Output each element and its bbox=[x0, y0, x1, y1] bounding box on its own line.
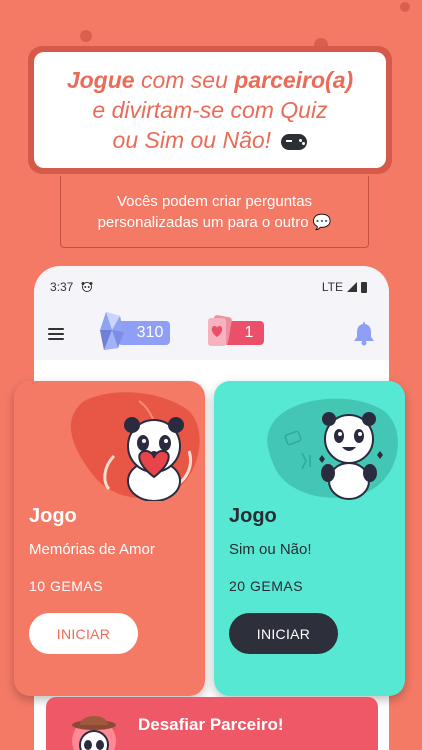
game-card-love-memories[interactable]: Jogo Memórias de Amor 10 GEMAS INICIAR bbox=[14, 381, 205, 696]
gem-icon bbox=[100, 312, 124, 350]
bell-icon[interactable] bbox=[353, 322, 375, 346]
background-dot bbox=[80, 30, 92, 42]
headline-line-3: ou Sim ou Não! bbox=[113, 125, 308, 155]
status-left: 3:37 bbox=[50, 280, 93, 294]
background-dot bbox=[400, 2, 410, 12]
app-bar: 310 1 bbox=[34, 308, 389, 360]
headline-bold-play: Jogue bbox=[66, 67, 135, 93]
game-price: 10 GEMAS bbox=[29, 578, 104, 594]
headline-inner: Jogue com seu parceiro(a) e divirtam-se … bbox=[34, 52, 386, 168]
gamepad-icon bbox=[281, 133, 308, 150]
game-card-yes-or-no[interactable]: Jogo Sim ou Não! 20 GEMAS INICIAR bbox=[214, 381, 405, 696]
challenge-partner-banner[interactable]: Desafiar Parceiro! bbox=[46, 697, 378, 750]
start-button[interactable]: INICIAR bbox=[29, 613, 138, 654]
menu-icon[interactable] bbox=[48, 328, 64, 340]
network-label: LTE bbox=[321, 280, 343, 294]
panda-heart-illustration bbox=[70, 392, 200, 501]
start-button[interactable]: INICIAR bbox=[229, 613, 338, 654]
headline-bold-partner: parceiro(a) bbox=[234, 67, 354, 93]
status-time: 3:37 bbox=[50, 280, 74, 294]
battery-icon bbox=[361, 281, 367, 293]
status-bar: 3:37 LTE bbox=[34, 266, 389, 308]
challenge-title: Desafiar Parceiro! bbox=[138, 715, 284, 734]
subtitle-box: Vocês podem criar perguntas personalizad… bbox=[60, 176, 369, 248]
game-subtitle: Sim ou Não! bbox=[229, 541, 312, 558]
panda-notification-icon bbox=[81, 282, 93, 292]
heart-card-icon bbox=[208, 315, 232, 346]
signal-icon bbox=[347, 282, 357, 292]
game-title: Jogo bbox=[29, 505, 77, 527]
headline-line-2: e divirtam-se com Quiz bbox=[92, 97, 328, 123]
card-counter[interactable]: 1 bbox=[206, 315, 270, 348]
subtitle-line-2: personalizadas um para o outro 💬 bbox=[97, 213, 332, 231]
headline-line-1: Jogue com seu parceiro(a) bbox=[67, 65, 353, 95]
headline-card: Jogue com seu parceiro(a) e divirtam-se … bbox=[28, 46, 392, 174]
game-subtitle: Memórias de Amor bbox=[29, 541, 155, 558]
gem-counter[interactable]: 310 bbox=[98, 312, 174, 350]
panda-cowboy-avatar bbox=[72, 716, 116, 750]
game-price: 20 GEMAS bbox=[229, 578, 304, 594]
subtitle-line-1: Vocês podem criar perguntas bbox=[116, 192, 313, 210]
status-right: LTE bbox=[322, 280, 367, 294]
game-title: Jogo bbox=[229, 505, 277, 527]
headline-line-3-text: ou Sim ou Não! bbox=[112, 127, 272, 153]
panda-cheer-illustration bbox=[267, 398, 398, 500]
headline-text: com seu bbox=[134, 67, 235, 93]
